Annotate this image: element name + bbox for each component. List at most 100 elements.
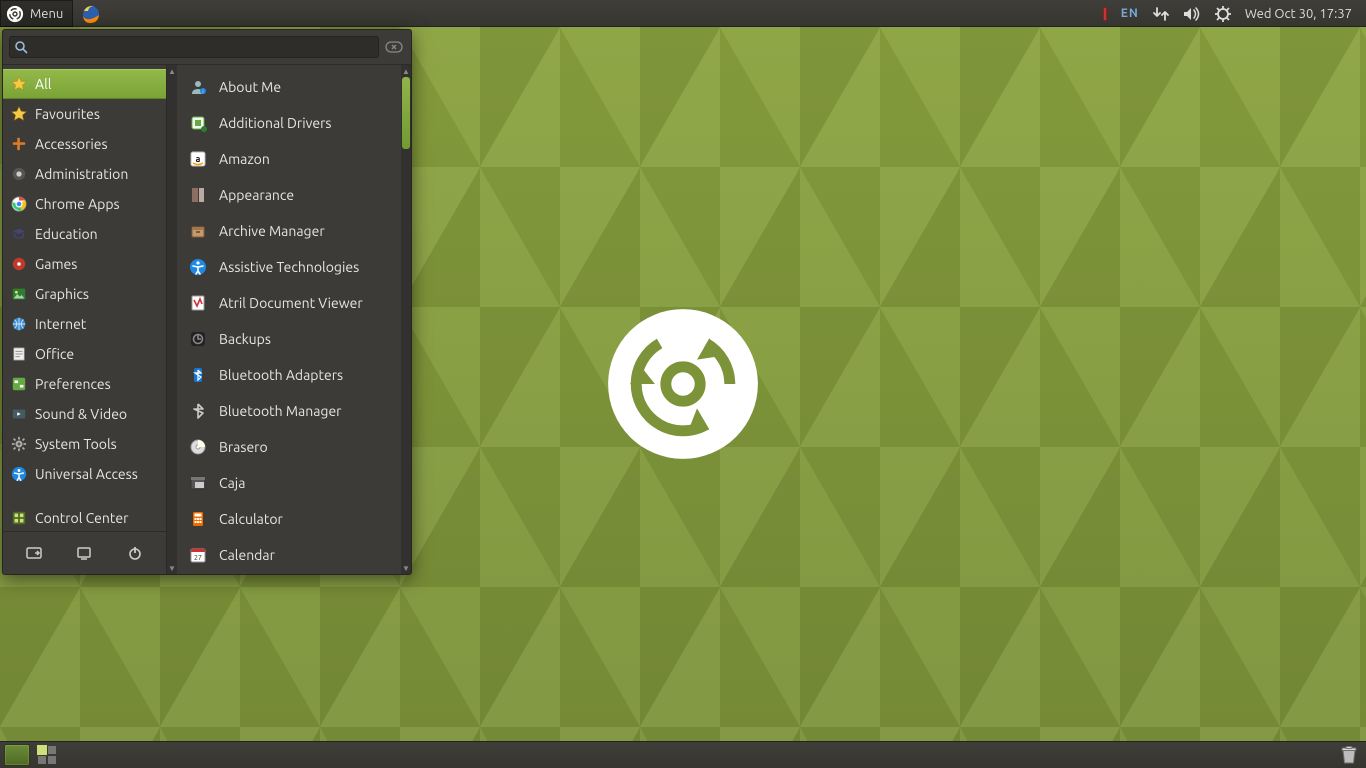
games-icon	[11, 256, 27, 272]
accessibility-icon	[11, 466, 27, 482]
system-tray: EN Wed Oct 30, 17:37	[1095, 0, 1366, 27]
category-label: Office	[35, 346, 74, 362]
category-sound-video[interactable]: Sound & Video	[3, 399, 166, 429]
keyboard-layout-indicator[interactable]: EN	[1121, 7, 1139, 20]
app-label: Calendar	[219, 547, 275, 563]
svg-text:a: a	[196, 154, 201, 164]
scroll-down-icon[interactable]: ▼	[167, 562, 177, 574]
category-graphics[interactable]: Graphics	[3, 279, 166, 309]
star-icon	[11, 76, 27, 92]
category-system-tools[interactable]: System Tools	[3, 429, 166, 459]
notification-indicator-icon[interactable]	[1103, 7, 1107, 21]
category-chrome-apps[interactable]: Chrome Apps	[3, 189, 166, 219]
app-brasero[interactable]: Brasero	[177, 429, 401, 465]
menu-button-label: Menu	[30, 7, 63, 21]
power-gear-icon[interactable]	[1215, 6, 1231, 22]
category-label: System Tools	[35, 436, 117, 452]
app-bluetooth-manager[interactable]: Bluetooth Manager	[177, 393, 401, 429]
category-universal-access[interactable]: Universal Access	[3, 459, 166, 489]
category-preferences[interactable]: Preferences	[3, 369, 166, 399]
app-appearance[interactable]: Appearance	[177, 177, 401, 213]
show-desktop-button[interactable]	[4, 744, 30, 766]
app-label: Additional Drivers	[219, 115, 332, 131]
category-label: Graphics	[35, 286, 89, 302]
category-label: Universal Access	[35, 466, 138, 482]
chrome-icon	[11, 196, 27, 212]
category-all[interactable]: All	[3, 69, 166, 99]
workspace-switcher[interactable]	[38, 746, 56, 764]
appearance-icon	[187, 184, 209, 206]
category-scrollbar[interactable]: ▲ ▼	[167, 65, 177, 574]
category-accessories[interactable]: Accessories	[3, 129, 166, 159]
globe-icon	[11, 316, 27, 332]
app-additional-drivers[interactable]: Additional Drivers	[177, 105, 401, 141]
star-icon	[11, 106, 27, 122]
app-label: Brasero	[219, 439, 268, 455]
lock-screen-button[interactable]	[18, 540, 50, 566]
category-favourites[interactable]: Favourites	[3, 99, 166, 129]
accessibility-icon	[187, 256, 209, 278]
logout-button[interactable]	[68, 540, 100, 566]
volume-icon[interactable]	[1183, 6, 1201, 22]
app-label: Atril Document Viewer	[219, 295, 363, 311]
application-menu: All Favourites AccessoriesAdministrationCh…	[2, 29, 412, 575]
app-label: Calculator	[219, 511, 283, 527]
category-office[interactable]: Office	[3, 339, 166, 369]
app-caja[interactable]: Caja	[177, 465, 401, 501]
menu-button[interactable]: Menu	[0, 0, 73, 27]
scroll-up-icon[interactable]: ▲	[167, 65, 177, 77]
top-panel: Menu EN Wed Oct 30, 17:37	[0, 0, 1366, 27]
category-label: Sound & Video	[35, 406, 127, 422]
disc-icon	[187, 436, 209, 458]
app-label: Archive Manager	[219, 223, 325, 239]
category-label: All	[35, 76, 51, 92]
trash-applet[interactable]	[1338, 744, 1360, 766]
app-archive-manager[interactable]: Archive Manager	[177, 213, 401, 249]
multimedia-icon	[11, 406, 27, 422]
scroll-down-icon[interactable]: ▼	[401, 562, 411, 574]
scroll-up-icon[interactable]: ▲	[401, 65, 411, 77]
app-backups[interactable]: Backups	[177, 321, 401, 357]
backup-icon	[187, 328, 209, 350]
clock[interactable]: Wed Oct 30, 17:37	[1245, 7, 1358, 21]
app-calculator[interactable]: Calculator	[177, 501, 401, 537]
clear-search-icon[interactable]	[385, 38, 403, 56]
bluetooth-icon	[187, 400, 209, 422]
app-calendar[interactable]: 27 Calendar	[177, 537, 401, 573]
person-icon: i	[187, 76, 209, 98]
category-education[interactable]: Education	[3, 219, 166, 249]
office-icon	[11, 346, 27, 362]
category-administration[interactable]: Administration	[3, 159, 166, 189]
app-amazon[interactable]: a Amazon	[177, 141, 401, 177]
drivers-icon	[187, 112, 209, 134]
firefox-launcher[interactable]	[81, 4, 101, 24]
bottom-panel	[0, 741, 1366, 768]
svg-text:i: i	[202, 88, 203, 94]
svg-text:27: 27	[194, 554, 202, 562]
app-assistive-technologies[interactable]: Assistive Technologies	[177, 249, 401, 285]
menu-search-input[interactable]	[9, 36, 379, 58]
app-label: Amazon	[219, 151, 270, 167]
ubuntu-mate-logo	[605, 306, 761, 462]
category-games[interactable]: Games	[3, 249, 166, 279]
app-label: Bluetooth Manager	[219, 403, 341, 419]
app-bluetooth-adapters[interactable]: Bluetooth Adapters	[177, 357, 401, 393]
application-scrollbar[interactable]: ▲ ▼	[401, 65, 411, 574]
menu-application-list: iAbout Me Additional Drivers a Amazon Appear…	[177, 65, 401, 574]
preferences-icon	[11, 376, 27, 392]
app-label: Caja	[219, 475, 245, 491]
app-label: Backups	[219, 331, 271, 347]
app-label: Bluetooth Adapters	[219, 367, 343, 383]
category-control-center[interactable]: Control Center	[3, 503, 166, 531]
power-button[interactable]	[119, 540, 151, 566]
graphics-icon	[11, 286, 27, 302]
category-internet[interactable]: Internet	[3, 309, 166, 339]
calculator-icon	[187, 508, 209, 530]
app-atril-document-viewer[interactable]: Atril Document Viewer	[177, 285, 401, 321]
network-icon[interactable]	[1153, 6, 1169, 22]
app-about-me[interactable]: iAbout Me	[177, 69, 401, 105]
menu-search-row	[3, 30, 411, 65]
menu-session-buttons	[3, 531, 166, 574]
category-label: Favourites	[35, 106, 100, 122]
category-label: Control Center	[35, 510, 128, 526]
